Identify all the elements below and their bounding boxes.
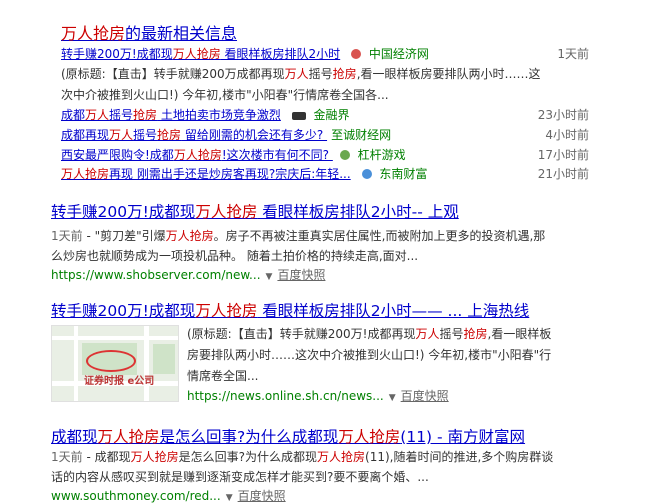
news-item-source: 东南财富	[379, 167, 428, 181]
news-item-title[interactable]: 转手赚200万!成都现万人抢房 看眼样板房排队2小时	[61, 47, 340, 61]
news-item[interactable]: 成都万人摇号抢房 土地拍卖市场竞争激烈 金融界 23小时前	[61, 106, 589, 124]
result-title[interactable]: 转手赚200万!成都现万人抢房 看眼样板房排队2小时—— ... 上海热线	[51, 299, 529, 321]
news-item-title[interactable]: 成都再现万人摇号抢房 留给刚需的机会还有多少?	[61, 128, 327, 142]
result-url[interactable]: www.southmoney.com/red...	[51, 489, 221, 503]
news-item-title[interactable]: 成都万人摇号抢房 土地拍卖市场竞争激烈	[61, 108, 281, 122]
thumbnail-watermark: 证券时报 e公司	[84, 376, 155, 387]
news-item-title[interactable]: 万人抢房再现 刚需出手还是炒房客再现?宗庆后:年轻...	[61, 167, 351, 181]
snapshot-link[interactable]: 百度快照	[238, 489, 286, 503]
result-thumbnail-map[interactable]: 证券时报 e公司	[51, 325, 179, 402]
news-item-time: 1天前	[557, 47, 589, 61]
news-item-time: 17小时前	[537, 148, 589, 162]
result-title[interactable]: 转手赚200万!成都现万人抢房 看眼样板房排队2小时-- 上观	[51, 200, 459, 222]
result-url-line: https://news.online.sh.cn/news... ▼ 百度快照	[187, 387, 449, 404]
news-item-source: 至诚财经网	[331, 128, 392, 142]
result-date: 1天前	[51, 229, 83, 243]
result-url[interactable]: https://www.shobserver.com/new...	[51, 268, 261, 282]
dropdown-arrow-icon[interactable]: ▼	[389, 393, 396, 403]
source-logo-icon	[291, 112, 306, 120]
snapshot-link[interactable]: 百度快照	[277, 268, 325, 282]
news-item-source: 杠杆游戏	[357, 148, 406, 162]
news-item-source: 金融界	[313, 108, 350, 122]
clipped-previous-content: — — — — ———	[0, 0, 649, 6]
news-item[interactable]: 成都再现万人摇号抢房 留给刚需的机会还有多少? 至诚财经网 4小时前	[61, 126, 589, 144]
result-snippet: (原标题:【直击】转手就赚200万!成都再现万人摇号抢房,看一眼样板 房要排队两…	[187, 327, 552, 383]
news-item-time: 4小时前	[545, 128, 589, 142]
news-item[interactable]: 万人抢房再现 刚需出手还是炒房客再现?宗庆后:年轻... 东南财富 21小时前	[61, 165, 589, 183]
snapshot-link[interactable]: 百度快照	[401, 389, 449, 403]
result-date: 1天前	[51, 450, 83, 464]
news-item-source: 中国经济网	[368, 47, 429, 61]
result-url-line: www.southmoney.com/red... ▼ 百度快照	[51, 487, 286, 504]
dropdown-arrow-icon[interactable]: ▼	[266, 272, 273, 282]
result-snippet: 1天前 - 成都现万人抢房是怎么回事?为什么成都现万人抢房(11),随着时间的推…	[51, 450, 554, 484]
news-title-highlight: 万人抢房	[61, 24, 126, 43]
source-logo-icon	[339, 150, 350, 160]
result-url-line: https://www.shobserver.com/new... ▼ 百度快照	[51, 266, 325, 283]
news-item[interactable]: 转手赚200万!成都现万人抢房 看眼样板房排队2小时 中国经济网 1天前	[61, 45, 589, 63]
news-block-title[interactable]: 万人抢房的最新相关信息	[61, 20, 237, 44]
source-logo-icon	[361, 169, 372, 179]
result-snippet: 1天前 - "剪刀差"引爆万人抢房。房子不再被注重真实居住属性,而被附加上更多的…	[51, 229, 546, 263]
result-url[interactable]: https://news.online.sh.cn/news...	[187, 389, 384, 403]
news-item-time: 21小时前	[537, 167, 589, 181]
news-item-title[interactable]: 西安最严限购令!成都万人抢房!这次楼市有何不同?	[61, 148, 333, 162]
source-logo-icon	[351, 49, 362, 59]
news-title-rest: 的最新相关信息	[125, 24, 238, 43]
news-item-abstract: (原标题:【直击】转手就赚200万成都再现万人摇号抢房,看一眼样板房要排队两小时…	[61, 67, 541, 102]
news-item-time: 23小时前	[537, 108, 589, 122]
news-item[interactable]: 西安最严限购令!成都万人抢房!这次楼市有何不同? 杠杆游戏 17小时前	[61, 146, 589, 164]
result-title[interactable]: 成都现万人抢房是怎么回事?为什么成都现万人抢房(11) - 南方财富网	[51, 425, 525, 447]
highlight-circle	[86, 350, 136, 372]
